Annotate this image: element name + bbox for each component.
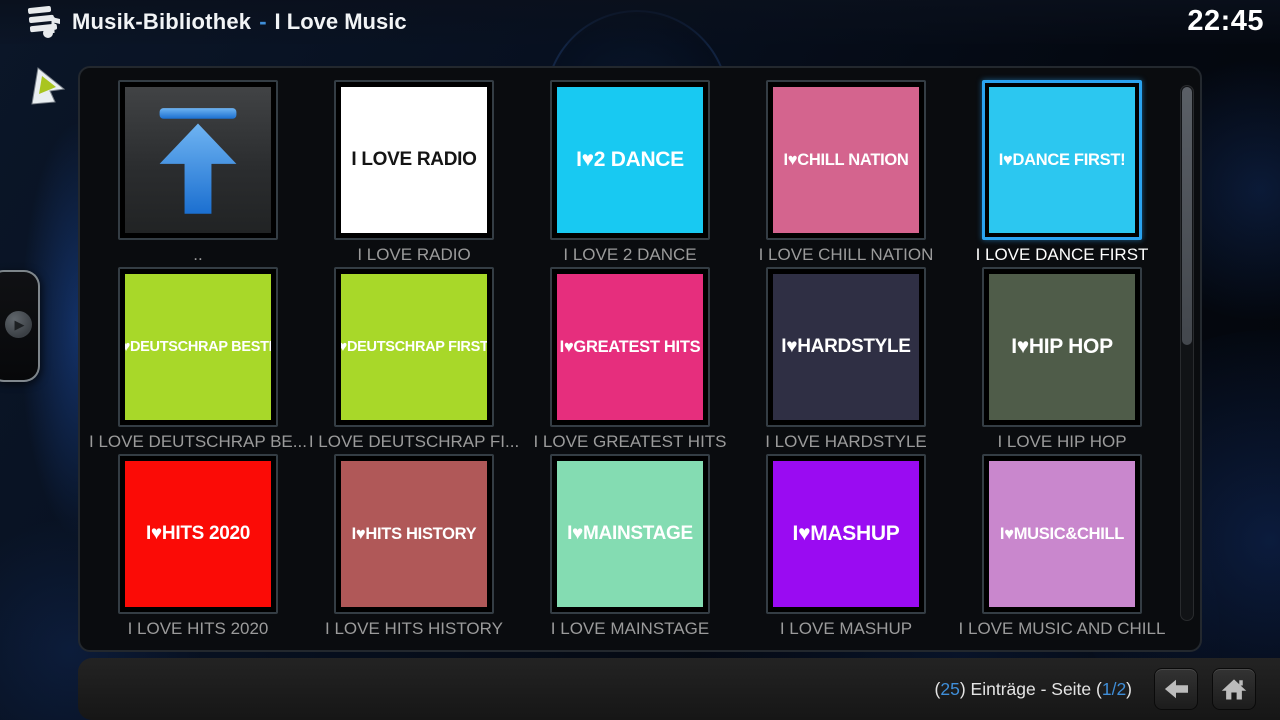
item-label: I LOVE MASHUP [730,619,962,639]
album-art: I♥DEUTSCHRAP BESTE [125,274,271,420]
thumbnail-frame: I♥HIP HOP [982,267,1142,427]
arrow-up-icon [150,102,246,218]
item-label: I LOVE DANCE FIRST [946,245,1178,265]
album-art: I LOVE RADIO [341,87,487,233]
scrollbar[interactable] [1180,85,1194,621]
station-logo-text: I♥MASHUP [793,522,900,546]
grid-item[interactable]: I♥HARDSTYLE I LOVE HARDSTYLE [766,267,926,427]
item-label: I LOVE 2 DANCE [514,245,746,265]
home-button[interactable] [1212,668,1256,710]
grid-item[interactable]: I♥2 DANCE I LOVE 2 DANCE [550,80,710,240]
media-grid: .. I LOVE RADIO I LOVE RADIO [118,80,1142,614]
thumbnail-frame: I♥GREATEST HITS [550,267,710,427]
thumbnail-frame: I♥MUSIC&CHILL [982,454,1142,614]
station-logo-text: I♥HIP HOP [1011,335,1113,359]
grid-item[interactable]: I♥CHILL NATION I LOVE CHILL NATION [766,80,926,240]
chevron-right-icon[interactable]: ▶ [5,311,32,338]
album-art: I♥DEUTSCHRAP FIRST! [341,274,487,420]
grid-item[interactable]: I♥HIP HOP I LOVE HIP HOP [982,267,1142,427]
item-label: I LOVE DEUTSCHRAP BE... [82,432,314,452]
grid-item[interactable]: I♥HITS 2020 I LOVE HITS 2020 [118,454,278,614]
grid-item[interactable]: I♥DEUTSCHRAP FIRST! I LOVE DEUTSCHRAP FI… [334,267,494,427]
entries-page-status: (25) Einträge - Seite (1/2) [935,679,1132,700]
station-logo-text: I♥DEUTSCHRAP BESTE [125,339,271,355]
thumbnail-frame: I♥2 DANCE [550,80,710,240]
content-panel: .. I LOVE RADIO I LOVE RADIO [78,66,1202,652]
thumbnail-frame: I♥HARDSTYLE [766,267,926,427]
thumbnail-frame: I♥CHILL NATION [766,80,926,240]
station-logo-text: I♥GREATEST HITS [560,338,701,357]
grid-item[interactable]: I♥GREATEST HITS I LOVE GREATEST HITS [550,267,710,427]
album-art: I♥MAINSTAGE [557,461,703,607]
album-art: I♥HIP HOP [989,274,1135,420]
station-logo-text: I♥DEUTSCHRAP FIRST! [341,339,487,355]
album-art: I♥HARDSTYLE [773,274,919,420]
album-art: I♥MUSIC&CHILL [989,461,1135,607]
title-separator: - [259,9,266,35]
thumbnail-frame: I♥DEUTSCHRAP FIRST! [334,267,494,427]
station-logo-text: I LOVE RADIO [351,149,476,171]
grid-item[interactable]: .. [118,80,278,240]
item-label: I LOVE CHILL NATION [730,245,962,265]
page-indicator: 1/2 [1102,679,1126,699]
thumbnail-frame: I♥HITS 2020 [118,454,278,614]
item-label: I LOVE DEUTSCHRAP FI... [298,432,530,452]
clock: 22:45 [1187,5,1264,38]
grid-item[interactable]: I♥MASHUP I LOVE MASHUP [766,454,926,614]
station-logo-text: I♥MUSIC&CHILL [1000,525,1124,544]
arrow-left-icon [1162,677,1190,701]
item-label: I LOVE MAINSTAGE [514,619,746,639]
thumbnail-frame: I♥MASHUP [766,454,926,614]
album-art: I♥CHILL NATION [773,87,919,233]
back-button[interactable] [1154,668,1198,710]
thumbnail-frame: I LOVE RADIO [334,80,494,240]
grid-item[interactable]: I♥HITS HISTORY I LOVE HITS HISTORY [334,454,494,614]
station-logo-text: I♥HARDSTYLE [781,336,910,358]
album-art [125,87,271,233]
mouse-cursor [26,64,66,108]
screen: Musik-Bibliothek - I Love Music 22:45 ▶ [0,0,1280,720]
station-logo-text: I♥HITS 2020 [146,523,250,545]
grid-item[interactable]: I♥MAINSTAGE I LOVE MAINSTAGE [550,454,710,614]
scrollbar-thumb[interactable] [1182,87,1192,345]
grid-item[interactable]: I♥MUSIC&CHILL I LOVE MUSIC AND CHILL [982,454,1142,614]
item-label: I LOVE GREATEST HITS [514,432,746,452]
station-logo-text: I♥MAINSTAGE [567,523,693,545]
album-art: I♥DANCE FIRST! [989,87,1135,233]
item-label: I LOVE HIP HOP [946,432,1178,452]
station-logo-text: I♥HITS HISTORY [352,525,477,544]
thumbnail-frame: I♥HITS HISTORY [334,454,494,614]
album-art: I♥HITS 2020 [125,461,271,607]
album-art: I♥GREATEST HITS [557,274,703,420]
grid-item[interactable]: I♥DEUTSCHRAP BESTE I LOVE DEUTSCHRAP BE.… [118,267,278,427]
album-art: I♥HITS HISTORY [341,461,487,607]
thumbnail-frame: I♥DEUTSCHRAP BESTE [118,267,278,427]
album-art: I♥MASHUP [773,461,919,607]
page-subtitle: I Love Music [275,9,407,35]
station-logo-text: I♥2 DANCE [576,148,684,172]
item-label: .. [82,245,314,265]
entries-count: 25 [940,679,959,699]
grid-item[interactable]: I♥DANCE FIRST! I LOVE DANCE FIRST [982,80,1142,240]
home-icon [1220,676,1248,702]
item-label: I LOVE MUSIC AND CHILL [946,619,1178,639]
item-label: I LOVE HARDSTYLE [730,432,962,452]
header-bar: Musik-Bibliothek - I Love Music 22:45 [0,0,1280,44]
status-bar: (25) Einträge - Seite (1/2) [78,658,1280,720]
thumbnail-frame: I♥DANCE FIRST! [982,80,1142,240]
station-logo-text: I♥DANCE FIRST! [999,151,1126,170]
grid-item[interactable]: I LOVE RADIO I LOVE RADIO [334,80,494,240]
item-label: I LOVE HITS HISTORY [298,619,530,639]
thumbnail-frame [118,80,278,240]
item-label: I LOVE RADIO [298,245,530,265]
station-logo-text: I♥CHILL NATION [783,151,908,170]
music-library-icon [24,4,62,40]
album-art: I♥2 DANCE [557,87,703,233]
item-label: I LOVE HITS 2020 [82,619,314,639]
page-title: Musik-Bibliothek [72,9,251,35]
thumbnail-frame: I♥MAINSTAGE [550,454,710,614]
side-panel-handle[interactable]: ▶ [0,270,40,382]
